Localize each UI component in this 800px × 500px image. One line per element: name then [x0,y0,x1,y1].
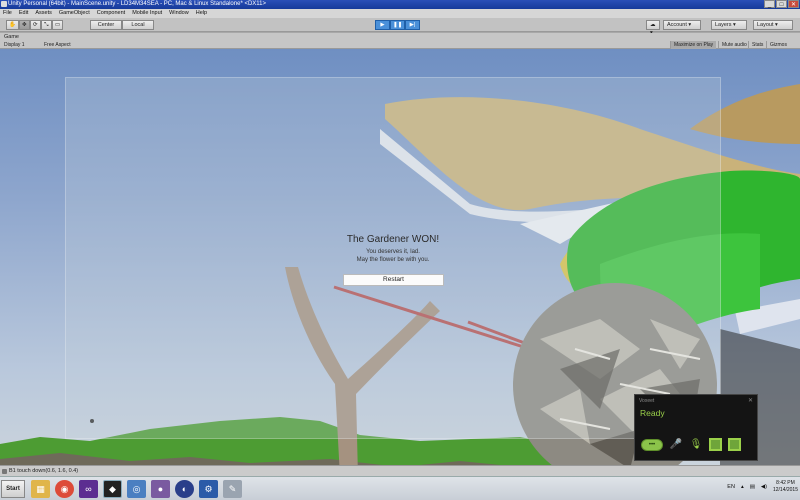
paint-icon[interactable]: ✎ [223,480,242,498]
voice-panel-title[interactable]: Voxeet [639,398,654,404]
unity-app-icon [1,1,7,7]
scale-tool-icon[interactable]: ⤡ [40,20,52,30]
monodevelop-icon[interactable]: ◎ [127,480,146,498]
end-screen-panel: The Gardener WON! You deserves it, lad. … [65,77,721,439]
visual-studio-icon[interactable]: ∞ [79,480,98,498]
window-controls: _ □ ✕ [764,0,799,8]
screen-toggle-button[interactable] [728,438,741,451]
github-icon[interactable]: ● [151,480,170,498]
menu-help[interactable]: Help [196,9,207,18]
mute-audio-toggle[interactable]: Mute audio [718,41,750,49]
end-screen-line-1: You deserves it, lad. [366,249,420,255]
voice-controls: ••• 🎤 🎙 [641,438,741,451]
pivot-local-button[interactable]: Local [122,20,154,30]
console-status-bar[interactable]: B1 touch down(0.6, 1.6, 0.4) [0,465,800,476]
rotate-tool-icon[interactable]: ⟳ [29,20,41,30]
pivot-toggles: Center Local [90,20,154,30]
window-title: Unity Personal (64bit) - MainScene.unity… [8,1,267,7]
end-screen-line-2: May the flower be with you. [356,257,430,263]
menu-component[interactable]: Component [97,9,125,18]
restart-button[interactable]: Restart [343,274,444,286]
end-screen-message: You deserves it, lad. May the flower be … [66,248,720,264]
game-view-controls: Display 1 Free Aspect Maximize on Play M… [0,41,800,49]
menu-file[interactable]: File [3,9,12,18]
menu-assets[interactable]: Assets [35,9,52,18]
main-toolbar: ✋ ✥ ⟳ ⤡ ▭ Center Local ▶ ❚❚ ▶| ☁ Account… [0,18,800,32]
transform-tools: ✋ ✥ ⟳ ⤡ ▭ [6,20,64,30]
voice-close-icon[interactable]: ✕ [748,397,753,404]
layers-dropdown[interactable]: Layers [711,20,747,30]
console-message: B1 touch down(0.6, 1.6, 0.4) [9,468,79,474]
volume-icon[interactable]: ◀) [761,484,767,490]
gizmos-dropdown[interactable]: Gizmos [766,41,790,49]
move-tool-icon[interactable]: ✥ [18,20,30,30]
start-button[interactable]: Start [1,480,25,498]
layout-dropdown[interactable]: Layout [753,20,793,30]
cloud-icon[interactable]: ☁ [646,20,660,30]
vlc-icon[interactable]: ◐ [175,480,194,498]
hand-tool-icon[interactable]: ✋ [6,20,19,30]
video-toggle-button[interactable] [709,438,722,451]
end-screen-title: The Gardener WON! [346,234,440,245]
menu-window[interactable]: Window [169,9,189,18]
windows-taskbar: Start ▦ ◉ ∞ ◆ ◎ ● ◐ ⚙ ✎ EN ▴ ▤ ◀) 8:42 P… [0,476,800,500]
window-title-bar: Unity Personal (64bit) - MainScene.unity… [0,0,800,9]
menu-gameobject[interactable]: GameObject [59,9,90,18]
maximize-button[interactable]: □ [776,0,787,8]
game-viewport[interactable]: The Gardener WON! You deserves it, lad. … [0,49,800,477]
play-controls: ▶ ❚❚ ▶| [375,20,420,30]
clock[interactable]: 8:42 PM 12/14/2015 [773,480,798,494]
unity-icon[interactable]: ◆ [103,480,122,498]
display-dropdown[interactable]: Display 1 [4,41,25,49]
clock-date: 12/14/2015 [772,487,798,493]
game-tab-row: Game [0,33,800,41]
language-indicator[interactable]: EN [727,484,735,490]
system-tray: EN ▴ ▤ ◀) 8:42 PM 12/14/2015 [727,480,798,494]
pause-button-icon[interactable]: ❚❚ [390,20,405,30]
menu-mobile-input[interactable]: Mobile Input [132,9,162,18]
voice-panel: Voxeet ✕ Ready ••• 🎤 🎙 [634,394,758,461]
rect-tool-icon[interactable]: ▭ [51,20,64,30]
taskbar-apps: ▦ ◉ ∞ ◆ ◎ ● ◐ ⚙ ✎ [31,480,242,498]
clock-time: 8:42 PM [776,480,795,486]
aspect-dropdown[interactable]: Free Aspect [44,41,71,49]
close-button[interactable]: ✕ [788,0,799,8]
pivot-center-button[interactable]: Center [90,20,122,30]
play-button-icon[interactable]: ▶ [375,20,390,30]
menu-bar: File Edit Assets GameObject Component Mo… [0,9,800,18]
stats-toggle[interactable]: Stats [748,41,766,49]
folder-icon[interactable]: ▦ [31,480,50,498]
account-dropdown[interactable]: Account [663,20,701,30]
step-button-icon[interactable]: ▶| [405,20,420,30]
microphone-mute-icon[interactable]: 🎙 [689,438,703,451]
voice-more-button[interactable]: ••• [641,438,663,451]
settings-icon[interactable]: ⚙ [199,480,218,498]
tray-chevron-icon[interactable]: ▴ [741,484,744,490]
voice-status: Ready [640,408,665,418]
tab-game[interactable]: Game [4,34,19,40]
network-icon[interactable]: ▤ [750,484,755,490]
chrome-icon[interactable]: ◉ [55,480,74,498]
menu-edit[interactable]: Edit [19,9,28,18]
maximize-on-play-toggle[interactable]: Maximize on Play [670,41,717,49]
microphone-icon[interactable]: 🎤 [669,438,683,451]
minimize-button[interactable]: _ [764,0,775,8]
